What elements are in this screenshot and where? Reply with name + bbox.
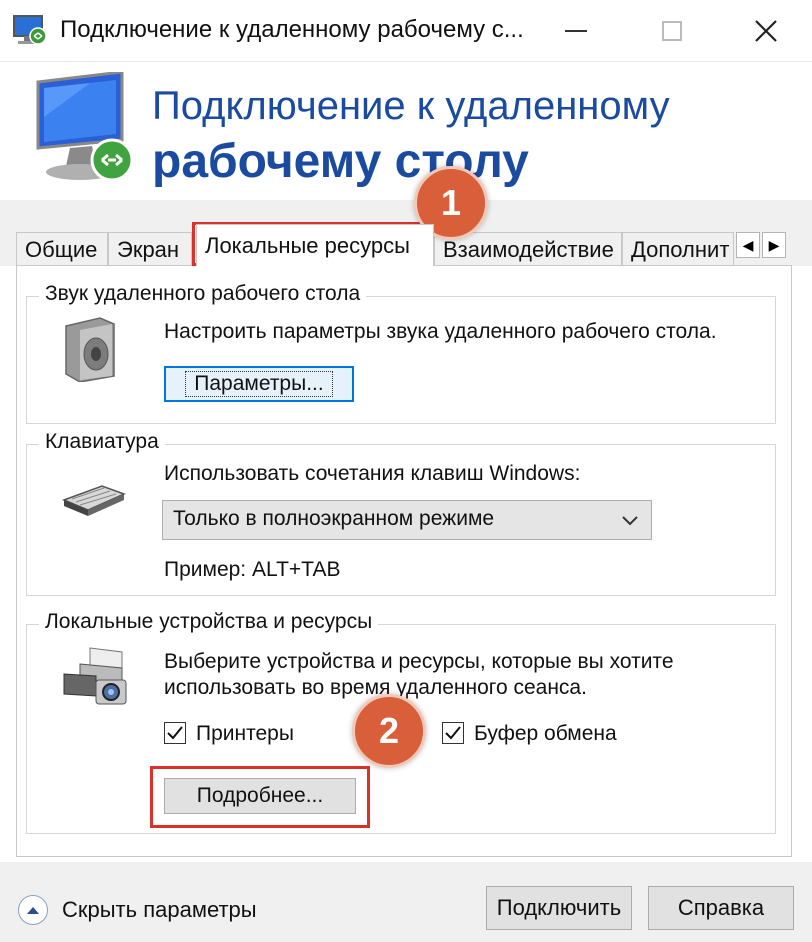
- keyboard-combination-select[interactable]: Только в полноэкранном режиме: [162, 500, 652, 540]
- close-icon: [755, 20, 777, 42]
- keyboard-description: Использовать сочетания клавиш Windows:: [164, 462, 581, 485]
- printers-checkbox[interactable]: [164, 722, 186, 744]
- remote-desktop-icon: [13, 15, 47, 45]
- title-bar: Подключение к удаленному рабочему с...: [0, 0, 812, 62]
- tab-display[interactable]: Экран: [108, 232, 192, 266]
- tab-local-resources[interactable]: Локальные ресурсы: [196, 224, 434, 266]
- tab-advanced[interactable]: Дополнит: [622, 232, 734, 266]
- sound-description: Настроить параметры звука удаленного раб…: [164, 320, 717, 343]
- tab-scroll-buttons: ◀ ▶: [736, 232, 786, 258]
- sound-group: Звук удаленного рабочего стола: [26, 282, 776, 424]
- header-banner: Подключение к удаленному рабочему столу: [0, 62, 812, 200]
- tab-scroll-left-icon[interactable]: ◀: [736, 232, 760, 258]
- sound-settings-button[interactable]: Параметры...: [164, 366, 354, 402]
- banner-title-line1: Подключение к удаленному: [152, 84, 670, 128]
- help-button[interactable]: Справка: [648, 886, 794, 930]
- keyboard-icon: [62, 485, 126, 516]
- local-devices-group-title: Локальные устройства и ресурсы: [39, 610, 379, 634]
- collapse-options-button[interactable]: [18, 895, 48, 925]
- checkmark-icon: [167, 726, 183, 740]
- chevron-up-icon: [27, 907, 39, 914]
- printers-label: Принтеры: [196, 722, 294, 745]
- checkmark-icon: [445, 726, 461, 740]
- close-button[interactable]: [720, 0, 812, 62]
- hide-options-label[interactable]: Скрыть параметры: [62, 897, 257, 923]
- clipboard-label: Буфер обмена: [474, 722, 617, 745]
- minimize-icon: [565, 30, 587, 32]
- window-title: Подключение к удаленному рабочему с...: [60, 16, 524, 43]
- sound-group-title: Звук удаленного рабочего стола: [39, 282, 367, 306]
- keyboard-group-title: Клавиатура: [39, 430, 165, 454]
- chevron-down-icon: [622, 516, 638, 526]
- clipboard-checkbox[interactable]: [442, 722, 464, 744]
- printer-camera-icon: [63, 647, 127, 705]
- local-devices-description-line1: Выберите устройства и ресурсы, которые в…: [164, 650, 674, 673]
- tab-scroll-right-icon[interactable]: ▶: [762, 232, 786, 258]
- minimize-button[interactable]: [530, 0, 622, 62]
- keyboard-combination-value: Только в полноэкранном режиме: [173, 507, 495, 530]
- highlight-more-button: [150, 766, 370, 828]
- connect-button[interactable]: Подключить: [486, 886, 632, 930]
- speaker-icon: [65, 317, 115, 382]
- remote-desktop-monitor-icon: [36, 72, 134, 182]
- sound-settings-button-label: Параметры...: [185, 371, 333, 397]
- keyboard-example: Пример: ALT+TAB: [164, 558, 341, 581]
- step-marker-2: 2: [352, 694, 426, 768]
- maximize-icon: [662, 21, 682, 41]
- maximize-button[interactable]: [626, 0, 718, 62]
- tab-general[interactable]: Общие: [16, 232, 108, 266]
